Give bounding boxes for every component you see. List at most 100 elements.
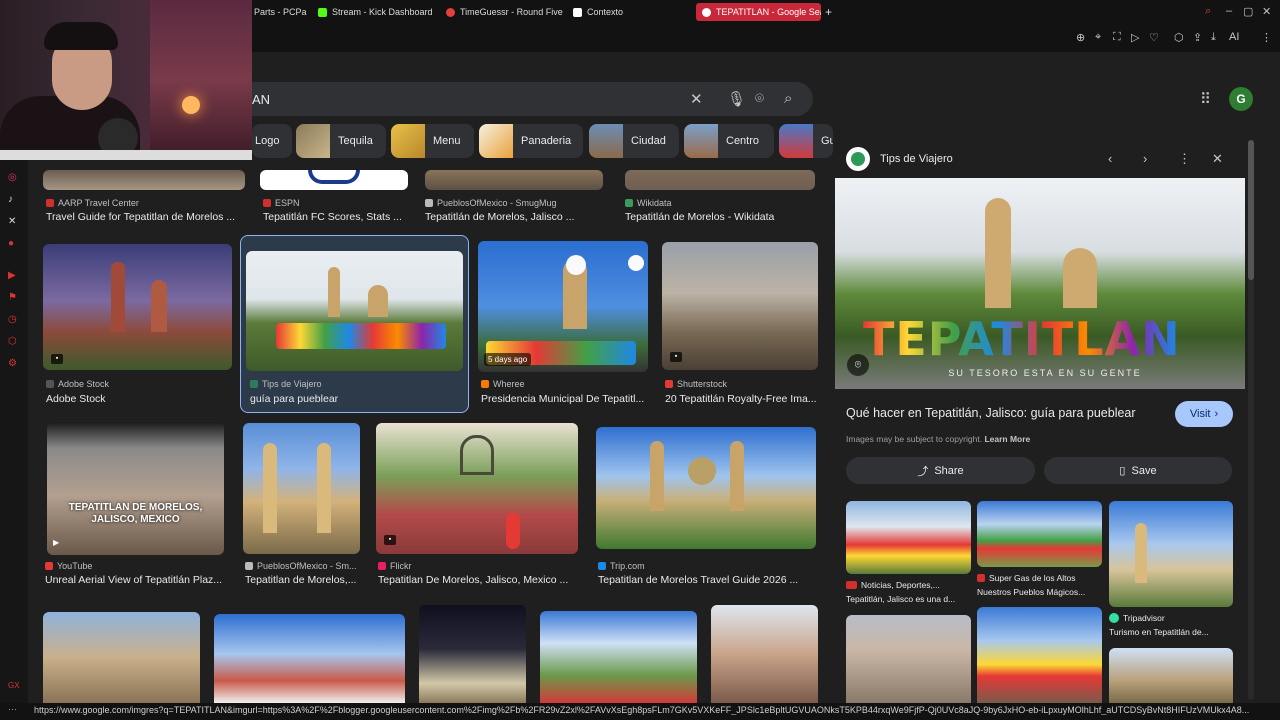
result-image[interactable] <box>419 605 526 703</box>
result-title[interactable]: Tepatitlán de Morelos, Jalisco ... <box>425 211 605 223</box>
clear-search-icon[interactable]: ✕ <box>690 90 703 108</box>
save-button[interactable]: ▯ Save <box>1044 457 1232 484</box>
tab-timeguessr[interactable]: TimeGuessr - Round Five <box>446 3 566 21</box>
new-tab-button[interactable]: + <box>825 3 837 21</box>
result-image[interactable]: ▪ <box>43 244 232 370</box>
result-image[interactable] <box>43 612 200 703</box>
related-image[interactable] <box>1109 501 1233 607</box>
result-image[interactable]: TEPATITLAN DE MORELOS, JALISCO, MEXICO ▶ <box>47 422 224 555</box>
related-title[interactable]: Turismo en Tepatitlán de... <box>1109 627 1233 637</box>
player-icon[interactable]: ▶ <box>8 270 16 281</box>
chip-guadalajara[interactable]: Guadalajara <box>779 124 833 158</box>
chip-ciudad[interactable]: Ciudad <box>589 124 679 158</box>
chip-thumbnail <box>589 124 623 158</box>
ai-button[interactable]: AI <box>1229 31 1239 43</box>
tab-google-search[interactable]: TEPATITLAN - Google Sea <box>696 3 821 21</box>
google-apps-icon[interactable]: ⠿ <box>1200 90 1211 108</box>
result-image[interactable] <box>425 170 603 190</box>
learn-more-link[interactable]: Learn More <box>984 434 1030 444</box>
panel-scrollbar[interactable] <box>1248 140 1254 700</box>
lens-icon[interactable]: ⌾ <box>755 90 764 107</box>
extensions-rail-icon[interactable]: ⬡ <box>8 336 17 347</box>
related-title[interactable]: Tepatitlán, Jalisco es una d... <box>846 594 971 604</box>
result-image[interactable]: ▪ <box>376 423 578 554</box>
minimize-icon[interactable]: – <box>1226 5 1232 17</box>
result-title[interactable]: Tepatitlan de Morelos,... <box>245 574 360 586</box>
result-image[interactable] <box>596 427 816 549</box>
related-image[interactable] <box>846 501 971 574</box>
share-icon[interactable]: ⇪ <box>1193 31 1202 44</box>
result-source: PueblosOfMexico - Sm... <box>245 561 360 571</box>
more-options-icon[interactable]: ⋮ <box>1178 151 1191 167</box>
related-image[interactable] <box>977 501 1102 567</box>
result-title[interactable]: Tepatitlán FC Scores, Stats ... <box>263 211 408 223</box>
tab-kick-dashboard[interactable]: Stream - Kick Dashboard <box>318 3 438 21</box>
menu-icon[interactable]: ⋮ <box>1261 31 1272 44</box>
result-title[interactable]: Travel Guide for Tepatitlan de Morelos .… <box>46 211 241 223</box>
result-title[interactable]: Tepatitlan de Morelos Travel Guide 2026 … <box>598 574 816 586</box>
related-image[interactable] <box>977 607 1102 703</box>
instagram-icon[interactable]: ◎ <box>8 172 17 183</box>
screenshot-icon[interactable]: ⛶ <box>1113 31 1121 44</box>
search-tabs-icon[interactable]: ⌕ <box>1205 5 1211 18</box>
tab-contexto[interactable]: Contexto <box>573 3 683 21</box>
result-image[interactable] <box>43 170 245 190</box>
close-window-icon[interactable]: ✕ <box>1262 5 1271 18</box>
chip-logo[interactable]: Logo <box>252 124 292 158</box>
result-image[interactable]: 5 days ago <box>478 241 648 372</box>
lens-search-icon[interactable]: ⌾ <box>847 354 869 376</box>
record-icon[interactable]: ● <box>8 238 14 249</box>
result-title[interactable]: guía para pueblear <box>250 393 460 405</box>
result-title[interactable]: Unreal Aerial View of Tepatitlán Plaz... <box>45 574 225 586</box>
result-source: AARP Travel Center <box>46 198 241 208</box>
result-title[interactable]: Tepatitlan De Morelos, Jalisco, Mexico .… <box>378 574 578 586</box>
related-image[interactable] <box>1109 648 1233 703</box>
chip-centro[interactable]: Centro <box>684 124 774 158</box>
result-image[interactable] <box>540 611 697 703</box>
download-icon[interactable]: ⤓ <box>1211 31 1216 44</box>
result-image[interactable] <box>243 423 360 554</box>
related-image[interactable] <box>846 615 971 703</box>
result-image[interactable] <box>625 170 815 190</box>
result-image[interactable] <box>260 170 408 190</box>
account-avatar[interactable]: G <box>1229 87 1253 111</box>
result-title[interactable]: Tepatitlán de Morelos - Wikidata <box>625 211 815 223</box>
result-source: ESPN <box>263 198 408 208</box>
result-image[interactable] <box>246 251 463 371</box>
result-title[interactable]: Adobe Stock <box>46 393 231 405</box>
search-box[interactable] <box>200 82 813 116</box>
mic-icon[interactable]: 🎙 <box>727 90 746 108</box>
tab-parts[interactable]: Parts - PCPa <box>254 3 310 21</box>
settings-icon[interactable]: ⚙ <box>8 358 17 369</box>
preview-title[interactable]: Qué hacer en Tepatitlán, Jalisco: guía p… <box>846 406 1136 420</box>
search-input[interactable]: AN <box>252 92 270 107</box>
play-icon[interactable]: ▷ <box>1131 31 1139 44</box>
visit-button[interactable]: Visit › <box>1175 401 1233 427</box>
chip-menu[interactable]: Menu <box>391 124 474 158</box>
extensions-icon[interactable]: ⬡ <box>1174 31 1184 44</box>
result-image[interactable]: ▪ <box>662 242 818 370</box>
result-image[interactable] <box>711 605 818 703</box>
close-preview-icon[interactable]: ✕ <box>1212 151 1223 167</box>
share-button[interactable]: ⤴ Share <box>846 457 1035 484</box>
result-image[interactable] <box>214 614 405 703</box>
result-title[interactable]: Presidencia Municipal De Tepatitl... <box>481 393 647 405</box>
next-icon[interactable]: › <box>1143 151 1147 166</box>
previous-icon[interactable]: ‹ <box>1108 151 1112 166</box>
chip-tequila[interactable]: Tequila <box>296 124 386 158</box>
more-icon[interactable]: ··· <box>8 704 17 714</box>
preview-source[interactable]: Tips de Viajero <box>880 153 953 165</box>
pin-icon[interactable]: ⌖ <box>1095 31 1101 44</box>
bookmark-icon[interactable]: ⚑ <box>8 292 17 303</box>
tiktok-icon[interactable]: ♪ <box>8 194 13 205</box>
related-title[interactable]: Nuestros Pueblos Mágicos... <box>977 587 1102 597</box>
search-icon[interactable]: ⌕ <box>784 90 792 107</box>
heart-icon[interactable]: ♡ <box>1149 31 1159 44</box>
zoom-icon[interactable]: ⊕ <box>1076 31 1085 44</box>
result-title[interactable]: 20 Tepatitlán Royalty-Free Ima... <box>665 393 818 405</box>
chip-panaderia[interactable]: Panaderia <box>479 124 583 158</box>
maximize-icon[interactable]: ▢ <box>1243 5 1253 18</box>
preview-image[interactable]: TEPATITLAN SU TESORO ESTA EN SU GENTE ⌾ <box>835 178 1245 389</box>
x-icon[interactable]: ✕ <box>8 216 16 227</box>
history-icon[interactable]: ◷ <box>8 314 17 325</box>
